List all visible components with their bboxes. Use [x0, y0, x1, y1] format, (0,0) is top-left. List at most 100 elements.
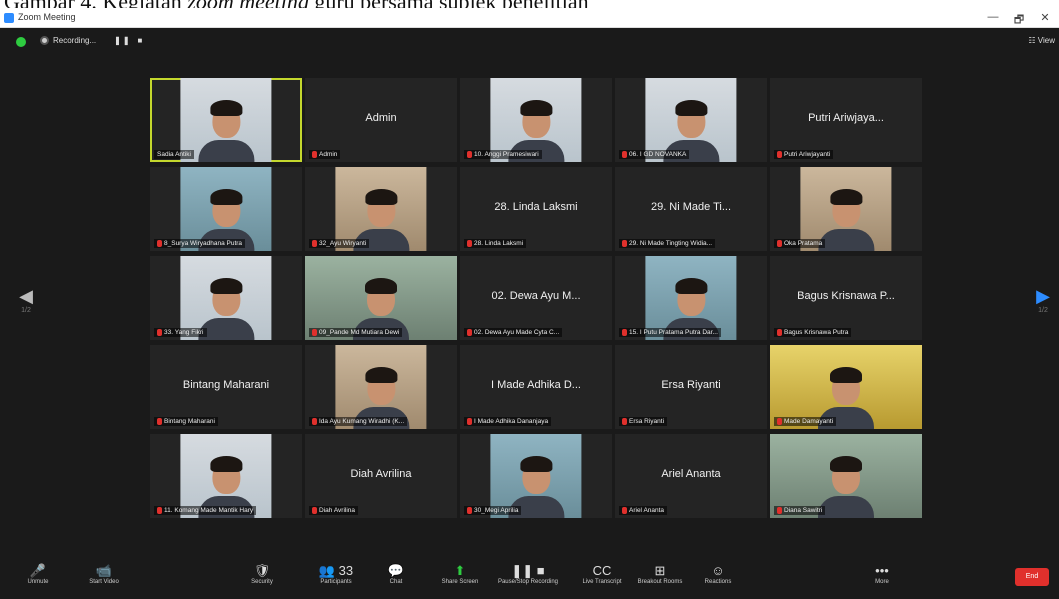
start-video-button[interactable]: 📹 Start Video [74, 563, 134, 585]
participants-label: Participants [320, 579, 352, 585]
muted-mic-icon [622, 418, 627, 425]
muted-mic-icon [622, 329, 627, 336]
participant-name: 8_Surya Wiryadhana Putra [164, 240, 243, 247]
next-page-button[interactable]: ▶ 1/2 [1033, 286, 1053, 314]
participant-name: 15. I Putu Pratama Putra Dar... [629, 329, 718, 336]
meeting-toolbar: 🎤 Unmute 📹 Start Video 🛡 Security 👥 33 Parti… [0, 559, 1059, 599]
unmute-label: Unmute [27, 579, 49, 585]
participant-name: Oka Pratama [784, 240, 823, 247]
participants-icon: 👥 33 [318, 563, 354, 578]
window-titlebar: Zoom Meeting — 🗗 ✕ [0, 8, 1059, 28]
participant-name: 10. Anggi Pramesiwari [474, 151, 539, 158]
breakout-rooms-button[interactable]: ⊞ Breakout Rooms [630, 563, 690, 585]
view-button[interactable]: ☷ View [1028, 36, 1055, 45]
participants-button[interactable]: 👥 33 Participants [306, 563, 366, 585]
participant-tile[interactable]: Made Damayanti [770, 345, 922, 429]
muted-mic-icon [622, 507, 627, 514]
participant-name-label: Putri Ariwjayanti [774, 150, 834, 159]
encryption-shield-icon[interactable] [16, 37, 26, 47]
participant-tile[interactable]: 28. Linda Laksmi 28. Linda Laksmi [460, 167, 612, 251]
participant-display-name: Admin [365, 112, 397, 124]
muted-mic-icon [777, 329, 782, 336]
participant-tile[interactable]: 32_Ayu Wiryanti [305, 167, 457, 251]
reactions-button[interactable]: ☺ Reactions [688, 563, 748, 585]
live-transcript-label: Live Transcript [582, 579, 622, 585]
stop-recording-button[interactable]: ■ [138, 36, 145, 45]
share-screen-button[interactable]: ⬆ Share Screen [430, 563, 490, 585]
more-button[interactable]: ••• More [852, 563, 912, 585]
participant-tile[interactable]: Bagus Krisnawa P... Bagus Krisnawa Putra [770, 256, 922, 340]
participant-name: 33. Yang Fikri [164, 329, 204, 336]
participant-name: 09_Pande Md Mutiara Dewi [319, 329, 400, 336]
unmute-button[interactable]: 🎤 Unmute [8, 563, 68, 585]
participant-name: Ariel Ananta [629, 507, 665, 514]
pause-stop-icon: ❚❚ ■ [511, 563, 545, 578]
muted-mic-icon [312, 151, 317, 158]
security-button[interactable]: 🛡 Security [232, 563, 292, 585]
pause-stop-recording-label: Pause/Stop Recording [497, 579, 559, 585]
participant-display-name: Diah Avrilina [350, 468, 412, 480]
participant-tile[interactable]: 15. I Putu Pratama Putra Dar... [615, 256, 767, 340]
participant-name: 29. Ni Made Tingting Widia... [629, 240, 713, 247]
participant-tile[interactable]: 30_Megi Aprilia [460, 434, 612, 518]
muted-mic-icon [467, 507, 472, 514]
participant-tile[interactable]: Putri Ariwjaya... Putri Ariwjayanti [770, 78, 922, 162]
close-button[interactable]: ✕ [1035, 11, 1055, 24]
participant-name: Bintang Maharani [164, 418, 215, 425]
zoom-logo-icon [4, 13, 14, 23]
participant-name: 11. Komang Made Mantik Hary [164, 507, 254, 514]
participant-tile[interactable]: Oka Pratama [770, 167, 922, 251]
participant-tile[interactable]: 11. Komang Made Mantik Hary [150, 434, 302, 518]
participant-display-name: 28. Linda Laksmi [494, 201, 578, 213]
participant-figure [818, 185, 874, 251]
participant-name: Admin [319, 151, 338, 158]
participant-tile[interactable]: Bintang Maharani Bintang Maharani [150, 345, 302, 429]
participant-tile[interactable]: Sadia Antiki [150, 78, 302, 162]
participant-tile[interactable]: I Made Adhika D... I Made Adhika Dananjay… [460, 345, 612, 429]
participant-tile[interactable]: Ariel Ananta Ariel Ananta [615, 434, 767, 518]
end-meeting-button[interactable]: End [1015, 568, 1049, 586]
video-camera-off-icon: 📹 [95, 563, 113, 578]
participant-name-label: Admin [309, 150, 341, 159]
participant-name-label: 28. Linda Laksmi [464, 239, 527, 248]
participant-name: I Made Adhika Dananjaya [474, 418, 549, 425]
participant-tile[interactable]: 09_Pande Md Mutiara Dewi [305, 256, 457, 340]
participant-name: 30_Megi Aprilia [474, 507, 519, 514]
participant-name: Putri Ariwjayanti [784, 151, 831, 158]
share-screen-icon: ⬆ [454, 563, 466, 578]
participant-name-label: Diah Avrilina [309, 506, 359, 515]
participant-tile[interactable]: 29. Ni Made Ti... 29. Ni Made Tingting Wi… [615, 167, 767, 251]
participant-name: Diah Avrilina [319, 507, 356, 514]
participant-tile[interactable]: Diana Sawitri [770, 434, 922, 518]
chat-button[interactable]: 💬 Chat [366, 563, 426, 585]
smiley-plus-icon: ☺ [711, 563, 725, 578]
participant-figure [198, 96, 254, 162]
participant-tile[interactable]: 33. Yang Fikri [150, 256, 302, 340]
pause-recording-button[interactable]: ❚❚ [114, 36, 131, 45]
minimize-button[interactable]: — [983, 11, 1003, 23]
participant-name-label: 02. Dewa Ayu Made Cyta C... [464, 328, 563, 337]
pause-stop-recording-button[interactable]: ❚❚ ■ Pause/Stop Recording [492, 563, 564, 585]
participant-name-label: 33. Yang Fikri [154, 328, 207, 337]
previous-page-button[interactable]: ◀ 1/2 [16, 286, 36, 314]
participant-tile[interactable]: 02. Dewa Ayu M... 02. Dewa Ayu Made Cyta … [460, 256, 612, 340]
breakout-rooms-icon: ⊞ [654, 563, 666, 578]
chevron-right-icon: ▶ [1036, 286, 1050, 306]
participant-tile[interactable]: 06. I GD NOVANKA [615, 78, 767, 162]
live-transcript-button[interactable]: CC Live Transcript [572, 563, 632, 585]
participant-tile[interactable]: Ersa Riyanti Ersa Riyanti [615, 345, 767, 429]
participant-name-label: 8_Surya Wiryadhana Putra [154, 239, 246, 248]
muted-mic-icon [777, 240, 782, 247]
window-title: Zoom Meeting [18, 12, 76, 22]
participant-name: 32_Ayu Wiryanti [319, 240, 367, 247]
participant-tile[interactable]: Admin Admin [305, 78, 457, 162]
reactions-label: Reactions [704, 579, 732, 585]
participant-tile[interactable]: Diah Avrilina Diah Avrilina [305, 434, 457, 518]
muted-mic-icon [777, 507, 782, 514]
participant-tile[interactable]: Ida Ayu Kumang Wiradhi (K... [305, 345, 457, 429]
participant-tile[interactable]: 8_Surya Wiryadhana Putra [150, 167, 302, 251]
participant-name-label: Ida Ayu Kumang Wiradhi (K... [309, 417, 408, 426]
participant-grid: Sadia Antiki Admin Admin 10. Anggi Pramesiw… [150, 78, 922, 518]
participant-tile[interactable]: 10. Anggi Pramesiwari [460, 78, 612, 162]
muted-mic-icon [312, 240, 317, 247]
